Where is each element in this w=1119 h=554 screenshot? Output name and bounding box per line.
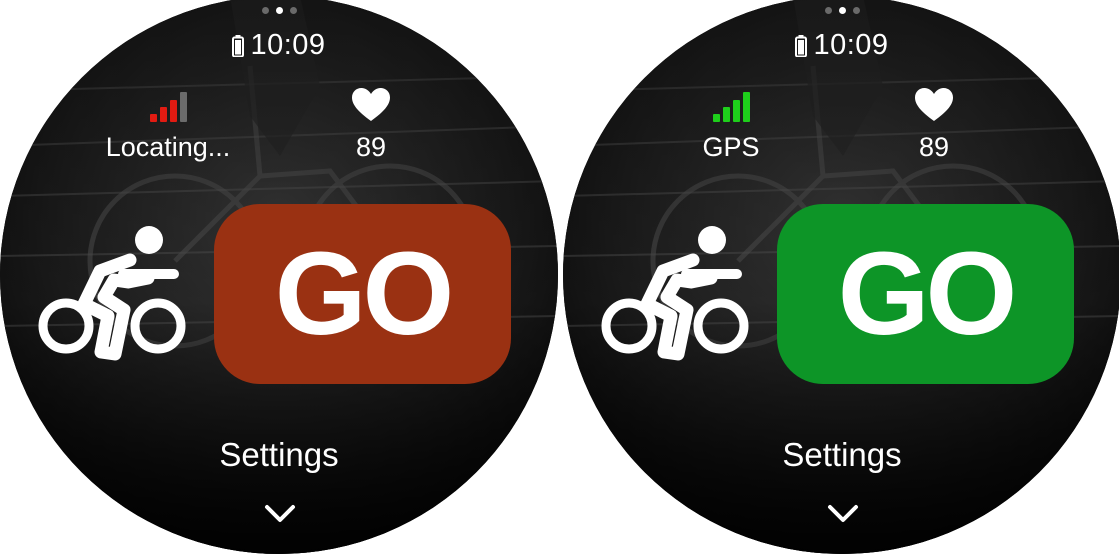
- signal-bars-icon: [149, 88, 187, 122]
- clock-time: 10:09: [813, 29, 889, 61]
- gps-status: GPS: [641, 88, 821, 163]
- go-button[interactable]: GO: [777, 204, 1074, 384]
- page-dot-active: [275, 7, 283, 14]
- page-indicator: [563, 7, 1119, 14]
- page-dot: [852, 7, 860, 14]
- battery-icon: [232, 34, 245, 57]
- cycling-icon: [38, 226, 186, 361]
- signal-bars-icon: [712, 88, 750, 122]
- settings-button[interactable]: Settings: [563, 436, 1119, 474]
- heart-rate: 89: [844, 88, 1024, 163]
- page-dot: [824, 7, 832, 14]
- signal-bar: [742, 92, 750, 122]
- clock-time: 10:09: [250, 29, 326, 61]
- chevron-down-icon[interactable]: [264, 504, 296, 524]
- watch-screen-gps-ready: 10:09 GPS 89 GO Settings: [563, 0, 1119, 554]
- signal-bar: [149, 114, 157, 122]
- page-dot-active: [838, 7, 846, 14]
- signal-bar: [732, 100, 740, 122]
- signal-bar: [159, 107, 167, 122]
- status-bar: 10:09: [0, 29, 558, 62]
- battery-icon: [795, 34, 808, 57]
- page-dot: [289, 7, 297, 14]
- heart-icon: [352, 88, 390, 121]
- heart-icon: [915, 88, 953, 121]
- page-indicator: [0, 7, 558, 14]
- gps-status-label: GPS: [702, 132, 760, 162]
- cycling-icon: [601, 226, 749, 361]
- settings-button[interactable]: Settings: [0, 436, 558, 474]
- go-button[interactable]: GO: [214, 204, 511, 384]
- go-button-label: GO: [274, 228, 455, 360]
- heart-rate-value: 89: [918, 132, 950, 162]
- gps-status-label: Locating...: [105, 132, 231, 162]
- heart-rate: 89: [281, 88, 461, 163]
- signal-bar: [179, 92, 187, 122]
- signal-bar: [712, 114, 720, 122]
- page-dot: [261, 7, 269, 14]
- heart-rate-value: 89: [355, 132, 387, 162]
- gps-status: Locating...: [78, 88, 258, 163]
- status-bar: 10:09: [563, 29, 1119, 62]
- watch-screen-locating: 10:09 Locating... 89 GO Settings: [0, 0, 558, 554]
- signal-bar: [169, 100, 177, 122]
- signal-bar: [722, 107, 730, 122]
- go-button-label: GO: [837, 228, 1018, 360]
- chevron-down-icon[interactable]: [827, 504, 859, 524]
